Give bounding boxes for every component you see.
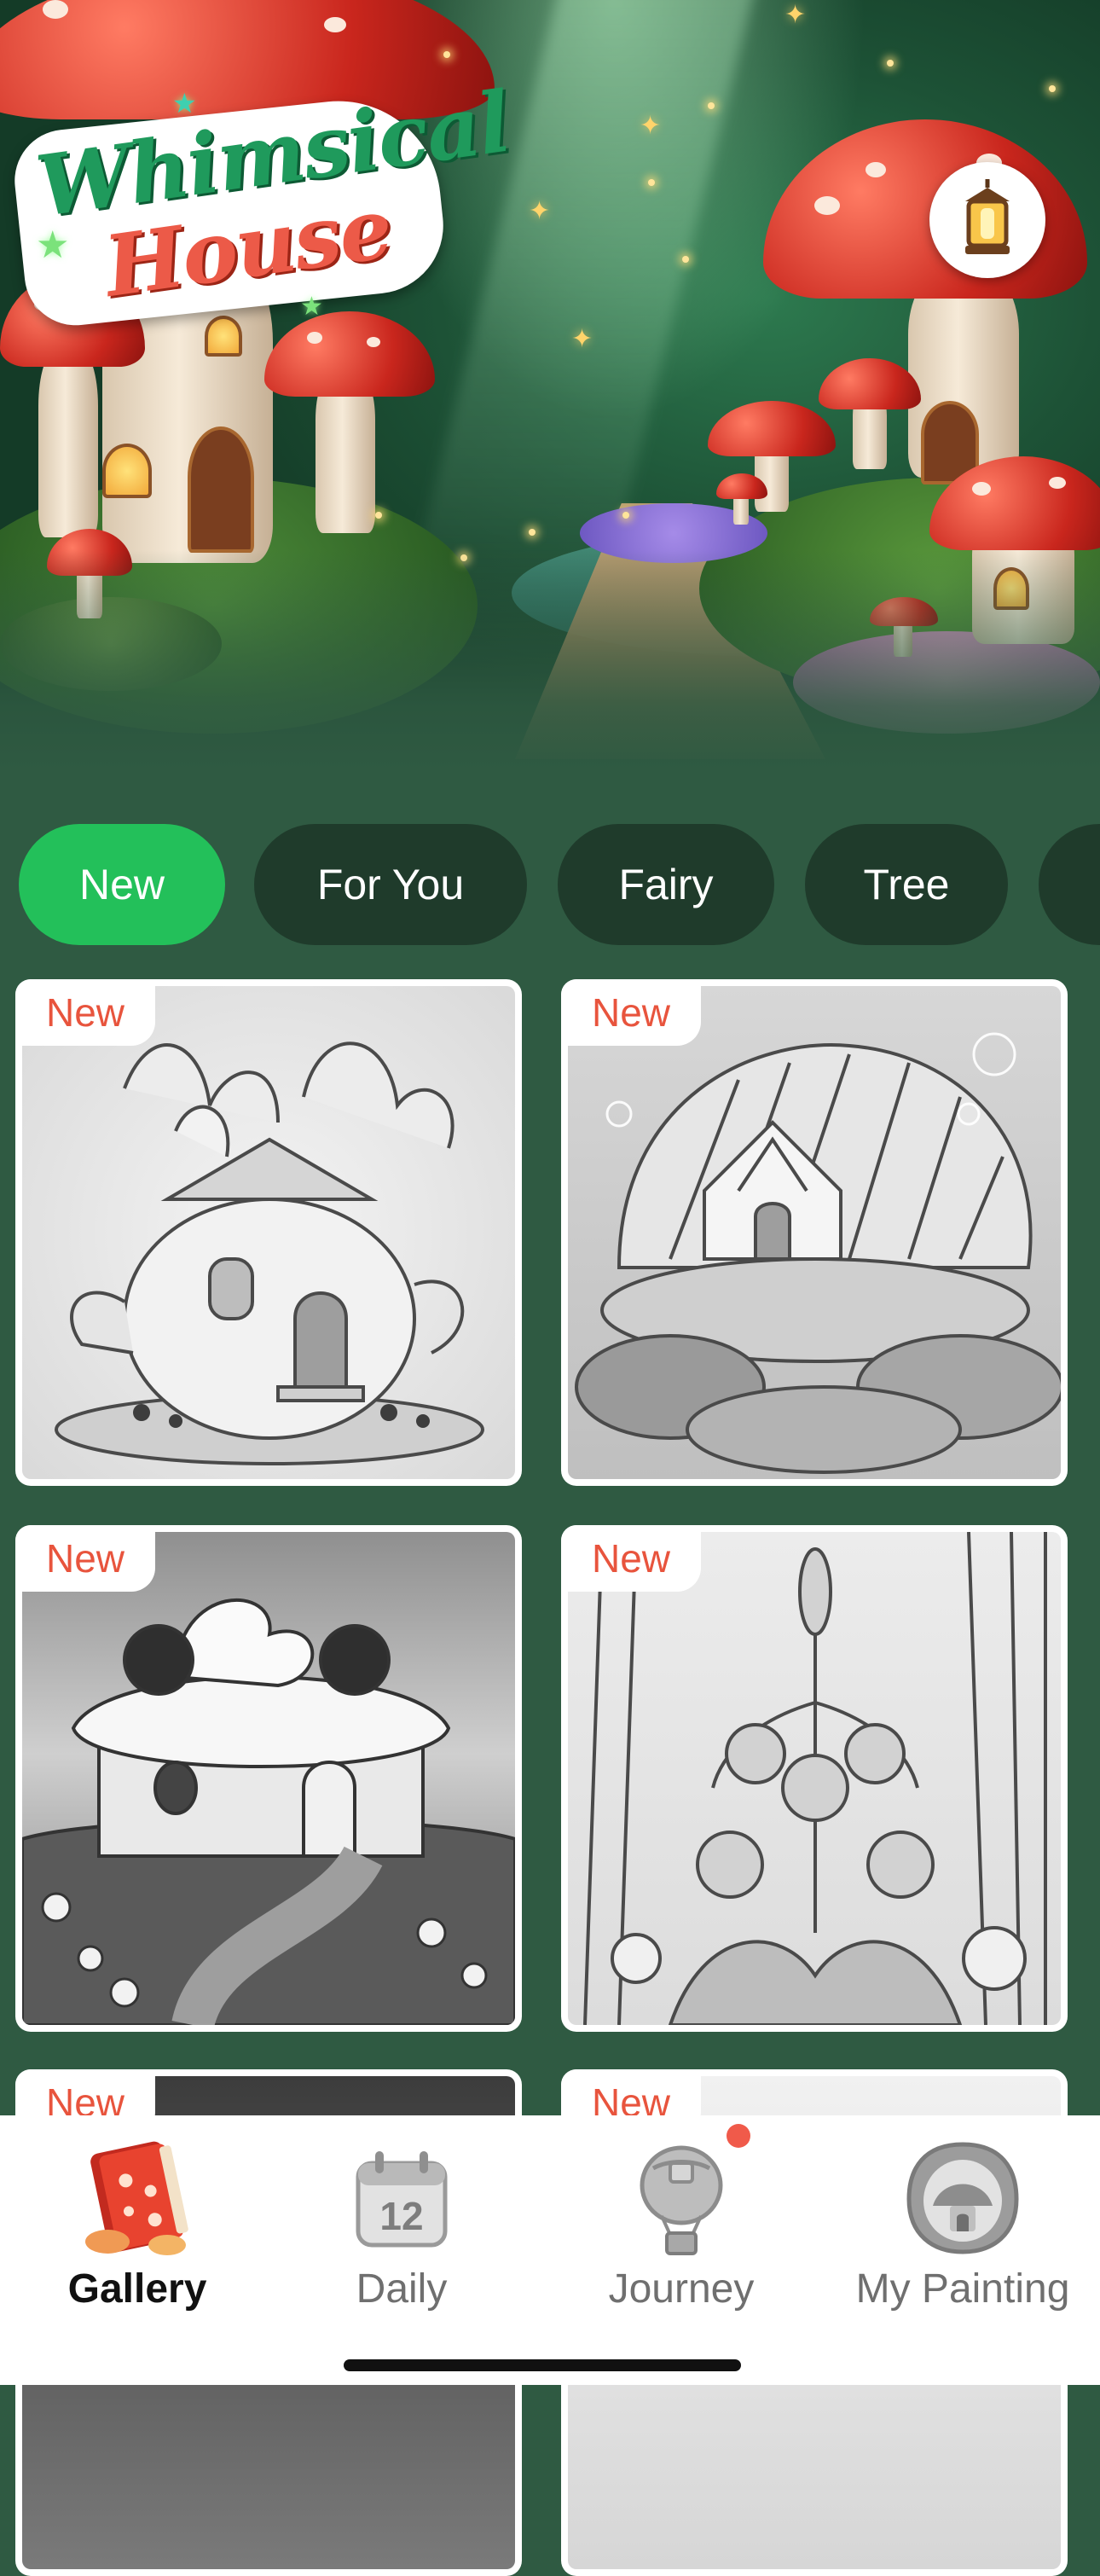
tab-more[interactable]: [1039, 824, 1100, 945]
artwork-thumbnail: [568, 986, 1061, 1479]
nav-label: Journey: [608, 2266, 755, 2312]
tab-label: New: [78, 861, 165, 908]
mushroom: [264, 311, 435, 533]
mushroom-house: [763, 119, 1087, 484]
butterfly-icon: ✦: [640, 112, 662, 140]
app-logo: Whimsical House ★ ★ ★: [9, 73, 515, 331]
new-badge: New: [561, 979, 702, 1046]
bottom-nav: Gallery 12 Daily Journey My Painting: [0, 2115, 1100, 2385]
new-badge: New: [561, 1525, 702, 1592]
calendar-day: 12: [379, 2194, 423, 2238]
artwork-thumbnail: [568, 1532, 1061, 2025]
category-tabs: New For You Fairy Tree: [0, 824, 1100, 945]
tab-new[interactable]: New: [19, 824, 225, 945]
nav-daily[interactable]: 12 Daily: [264, 2115, 539, 2329]
tab-label: Tree: [863, 861, 950, 908]
star-icon: ★: [36, 224, 70, 266]
nav-label: My Painting: [855, 2266, 1070, 2312]
gallery-card[interactable]: New: [561, 1525, 1068, 2032]
butterfly-icon: ✦: [784, 1, 807, 29]
calendar-icon: 12: [356, 2151, 448, 2248]
nav-label: Gallery: [67, 2266, 207, 2312]
tab-fairy[interactable]: Fairy: [558, 824, 774, 945]
tab-tree[interactable]: Tree: [805, 824, 1008, 945]
artwork-thumbnail: [22, 986, 515, 1479]
lantern-icon: [965, 179, 1010, 254]
star-icon: ★: [172, 88, 197, 119]
tab-for-you[interactable]: For You: [254, 824, 527, 945]
new-badge: New: [15, 1525, 156, 1592]
tab-label: Fairy: [618, 861, 714, 908]
notification-dot: [727, 2124, 750, 2148]
book-icon: [85, 2141, 188, 2255]
butterfly-icon: ✦: [529, 197, 551, 225]
gallery-card[interactable]: New: [15, 979, 522, 1486]
nav-journey[interactable]: Journey: [544, 2115, 819, 2329]
mushroom: [716, 473, 767, 525]
mushroom: [819, 358, 921, 469]
gallery-card[interactable]: New: [15, 1525, 522, 2032]
lantern-button[interactable]: [929, 162, 1045, 278]
butterfly-icon: ✦: [571, 325, 593, 353]
nav-my-painting[interactable]: My Painting: [825, 2115, 1100, 2329]
nav-gallery[interactable]: Gallery: [0, 2115, 275, 2329]
tab-label: For You: [316, 861, 465, 908]
home-indicator: [344, 2359, 741, 2371]
hero-banner: ✦ ✦ ✦ ✦ Whimsical House ★ ★ ★: [0, 0, 1100, 772]
artwork-thumbnail: [22, 1532, 515, 2025]
balloon-icon: [640, 2145, 723, 2255]
nav-label: Daily: [356, 2266, 448, 2312]
picture-frame-icon: [906, 2142, 1019, 2254]
gallery-card[interactable]: New: [561, 979, 1068, 1486]
new-badge: New: [15, 979, 156, 1046]
star-icon: ★: [300, 293, 323, 321]
